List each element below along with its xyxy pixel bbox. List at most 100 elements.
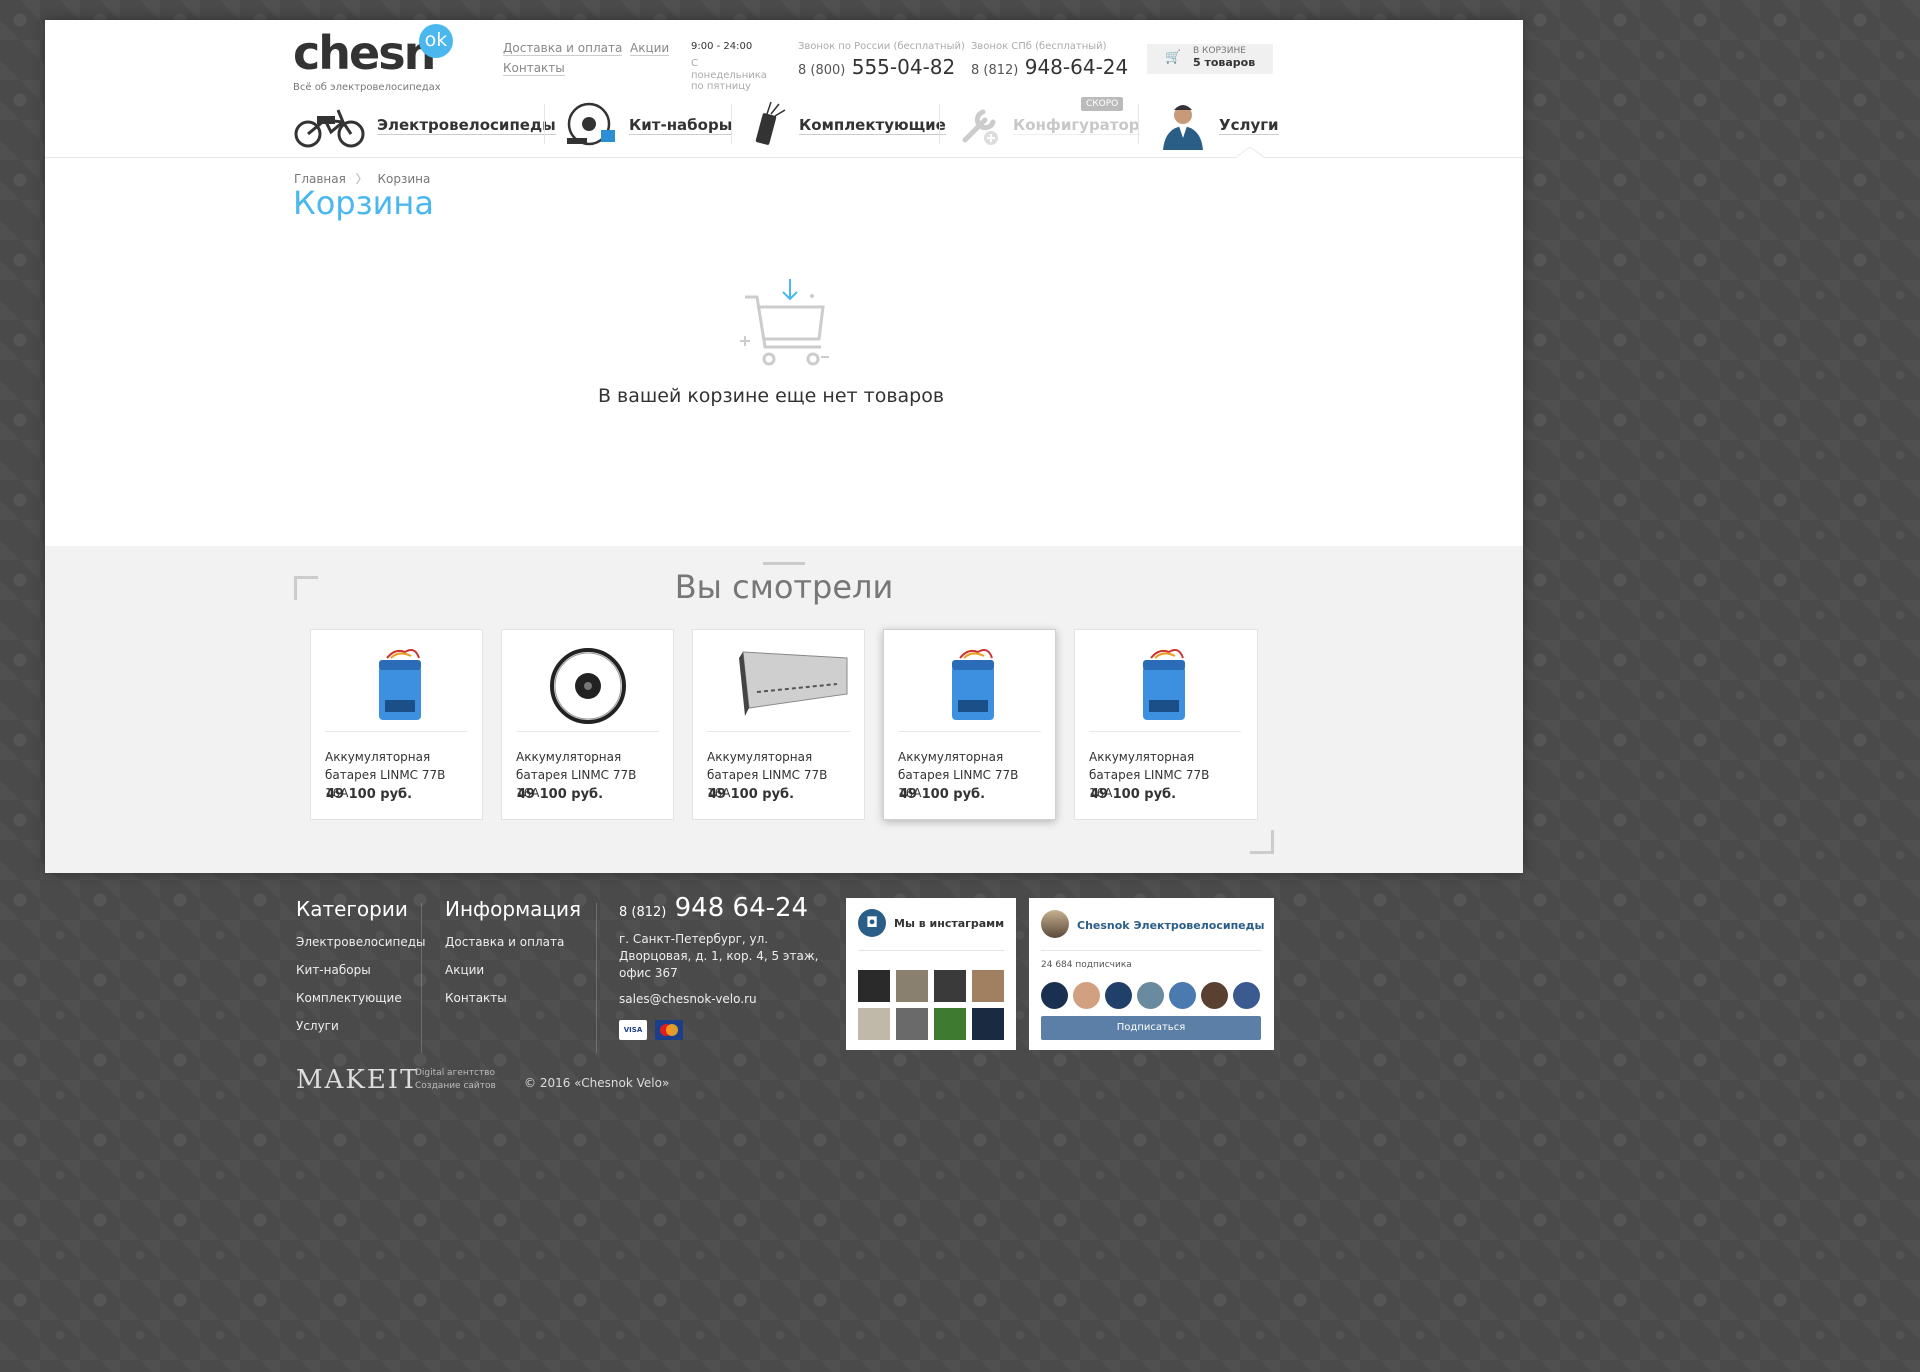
footer-categories: Категории Электровелосипеды Кит-наборы К… xyxy=(296,897,426,1047)
footer-link[interactable]: Комплектующие xyxy=(296,991,426,1005)
main-nav: Электровелосипеды Кит-наборы Комплектующ… xyxy=(293,94,1279,156)
instagram-photo[interactable] xyxy=(858,970,890,1002)
makeit-tagline: Digital агентство Создание сайтов xyxy=(415,1068,496,1091)
delivery-link[interactable]: Доставка и оплата xyxy=(503,41,623,56)
footer-link[interactable]: Доставка и оплата xyxy=(445,935,581,949)
hours-note: С понедельника по пятницу xyxy=(691,58,767,92)
subscriber-avatar[interactable] xyxy=(1041,982,1068,1009)
subscriber-avatar[interactable] xyxy=(1201,982,1228,1009)
empty-cart-message: В вашей корзине еще нет товаров xyxy=(597,385,945,407)
header-divider xyxy=(45,157,1523,158)
product-price: 49 100 руб. xyxy=(326,787,413,802)
footer-divider xyxy=(596,903,597,1053)
cart-count: 5 товаров xyxy=(1193,55,1256,69)
product-card[interactable]: Аккумуляторная батарея LINMC 77В 16А 49 … xyxy=(501,629,674,820)
nav-label-kits: Кит-наборы xyxy=(629,115,733,135)
divider xyxy=(858,950,1004,951)
instagram-widget: ◘ Мы в инстаграмм xyxy=(846,898,1016,1050)
phone-spb: Звонок СПб (бесплатный) 8 (812) 948-64-2… xyxy=(971,41,1128,79)
product-image[interactable] xyxy=(898,640,1041,732)
footer-link[interactable]: Услуги xyxy=(296,1019,426,1033)
footer: Категории Электровелосипеды Кит-наборы К… xyxy=(0,873,1568,1120)
tagline: Всё об электровелосипедах xyxy=(293,82,441,93)
product-card[interactable]: Аккумуляторная батарея LINMC 77В 16А 49 … xyxy=(310,629,483,820)
footer-categories-title: Категории xyxy=(296,897,408,921)
product-card[interactable]: Аккумуляторная батарея LINMC 77В 16А 49 … xyxy=(883,629,1056,820)
subscriber-avatar[interactable] xyxy=(1073,982,1100,1009)
footer-link[interactable]: Электровелосипеды xyxy=(296,935,426,949)
vk-group-avatar[interactable] xyxy=(1041,910,1069,938)
subscriber-avatar[interactable] xyxy=(1233,982,1260,1009)
product-image[interactable] xyxy=(707,640,850,732)
soon-badge: СКОРО xyxy=(1081,97,1124,111)
logo[interactable]: chesn ok Всё об электровелосипедах xyxy=(293,24,453,93)
nav-label-components: Комплектующие xyxy=(799,115,946,135)
vk-group-name[interactable]: Chesnok Электровелосипеды xyxy=(1077,919,1264,932)
footer-email[interactable]: sales@chesnok-velo.ru xyxy=(619,992,829,1006)
vk-subscriber-count: 24 684 подписчика xyxy=(1041,960,1132,970)
empty-cart-icon xyxy=(740,279,829,366)
wheel-icon xyxy=(550,648,626,724)
cart-label: В КОРЗИНЕ xyxy=(1193,46,1246,56)
phone-spb-number[interactable]: 8 (812) 948-64-24 xyxy=(971,55,1128,79)
instagram-photo[interactable] xyxy=(972,970,1004,1002)
footer-info: Информация Доставка и оплата Акции Конта… xyxy=(445,897,581,1019)
product-card[interactable]: Аккумуляторная батарея LINMC 77В 16А 49 … xyxy=(692,629,865,820)
subscriber-avatar[interactable] xyxy=(1137,982,1164,1009)
instagram-photo[interactable] xyxy=(896,970,928,1002)
subscriber-avatar[interactable] xyxy=(1105,982,1132,1009)
instagram-header[interactable]: ◘ Мы в инстаграмм xyxy=(858,909,1004,937)
instagram-icon: ◘ xyxy=(858,909,886,937)
instagram-photo[interactable] xyxy=(972,1008,1004,1040)
battery-icon xyxy=(952,649,994,720)
subscriber-avatar[interactable] xyxy=(1169,982,1196,1009)
footer-phone[interactable]: 8 (812) 948 64-24 xyxy=(619,893,829,923)
product-image[interactable] xyxy=(516,640,659,732)
vk-widget: Chesnok Электровелосипеды 24 684 подписч… xyxy=(1029,898,1274,1050)
nav-divider xyxy=(544,104,545,144)
product-card[interactable]: Аккумуляторная батарея LINMC 77В 16А 49 … xyxy=(1074,629,1258,820)
product-price: 49 100 руб. xyxy=(517,787,604,802)
product-price: 49 100 руб. xyxy=(899,787,986,802)
hours-time: 9:00 - 24:00 xyxy=(691,41,753,52)
footer-link[interactable]: Кит-наборы xyxy=(296,963,426,977)
instagram-photo[interactable] xyxy=(934,1008,966,1040)
phone-russia-caption: Звонок по России (бесплатный) xyxy=(798,41,965,52)
phone-russia-number[interactable]: 8 (800) 555-04-82 xyxy=(798,55,965,79)
section-marker xyxy=(763,562,805,565)
payment-methods: VISA xyxy=(619,1020,829,1040)
controller-icon xyxy=(755,101,786,145)
working-hours: 9:00 - 24:00 С понедельника по пятницу xyxy=(691,41,771,93)
vk-subscribe-button[interactable]: Подписаться xyxy=(1041,1016,1261,1040)
person-avatar-icon xyxy=(1163,105,1203,150)
ebike-icon xyxy=(294,109,365,148)
instagram-photo[interactable] xyxy=(934,970,966,1002)
contacts-link[interactable]: Контакты xyxy=(503,61,565,76)
nav-divider xyxy=(939,104,940,144)
battery-icon xyxy=(1143,649,1185,720)
instagram-title: Мы в инстаграмм xyxy=(894,916,1005,930)
kit-icon xyxy=(567,102,615,146)
controller-icon xyxy=(739,651,848,716)
instagram-photo[interactable] xyxy=(896,1008,928,1040)
product-image[interactable] xyxy=(325,640,468,732)
nav-item-kits[interactable]: Кит-наборы xyxy=(563,94,733,156)
footer-link[interactable]: Контакты xyxy=(445,991,581,1005)
nav-item-ebikes[interactable]: Электровелосипеды xyxy=(293,94,556,156)
nav-label-services: Услуги xyxy=(1219,115,1279,135)
instagram-photo[interactable] xyxy=(858,1008,890,1040)
mastercard-icon xyxy=(655,1020,683,1040)
cart-button[interactable]: 🛒 В КОРЗИНЕ 5 товаров xyxy=(1147,44,1273,74)
page-title: Корзина xyxy=(293,184,434,222)
cart-icon: 🛒 xyxy=(1165,50,1182,65)
nav-label-ebikes: Электровелосипеды xyxy=(377,115,556,135)
footer-link[interactable]: Акции xyxy=(445,963,581,977)
nav-item-components[interactable]: Комплектующие xyxy=(749,94,946,156)
nav-divider xyxy=(1138,104,1139,144)
corner-decoration xyxy=(1250,830,1274,854)
promotions-link[interactable]: Акции xyxy=(630,41,670,56)
product-price: 49 100 руб. xyxy=(1090,787,1177,802)
makeit-logo[interactable]: MAKEIT xyxy=(296,1065,419,1095)
top-links: Доставка и оплата Контакты Акции xyxy=(503,41,670,81)
product-image[interactable] xyxy=(1089,640,1241,732)
